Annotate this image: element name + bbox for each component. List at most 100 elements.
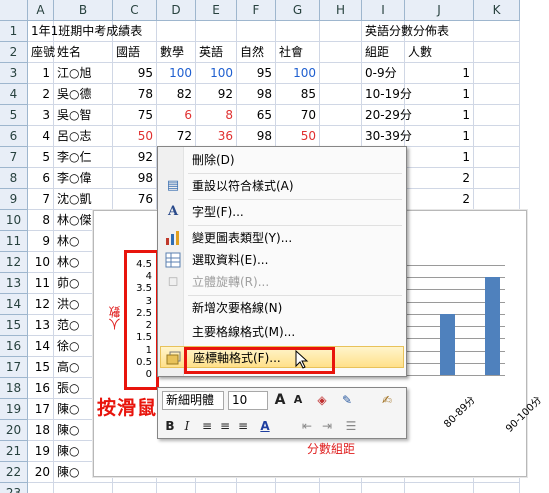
count-cell[interactable]: 2 (405, 189, 474, 210)
seat-number[interactable]: 10 (28, 252, 54, 273)
column-header[interactable]: K (474, 0, 520, 21)
format-painter-icon[interactable]: ✍ (378, 390, 396, 410)
cell[interactable] (474, 189, 520, 210)
menu-item-select-data[interactable]: 選取資料(E)... (160, 249, 404, 271)
chart-x-axis-title[interactable]: 分數組距 (307, 440, 355, 457)
menu-item-add-minor-gridlines[interactable]: 新增次要格線(N) (160, 297, 404, 319)
cell[interactable] (405, 483, 474, 493)
score-cell[interactable]: 6 (157, 105, 196, 126)
bullets-icon[interactable]: ☰ (342, 416, 360, 436)
cell[interactable] (196, 483, 237, 493)
column-label[interactable]: 國語 (113, 42, 157, 63)
seat-number[interactable]: 8 (28, 210, 54, 231)
seat-number[interactable]: 12 (28, 294, 54, 315)
column-header[interactable]: B (54, 0, 113, 21)
cell[interactable] (320, 21, 362, 42)
column-label[interactable]: 人數 (405, 42, 474, 63)
cell[interactable] (276, 483, 320, 493)
font-name-box[interactable]: 新細明體 (162, 391, 224, 410)
align-center-icon[interactable]: ≡ (198, 416, 216, 436)
range-label[interactable]: 30-39分 (362, 126, 412, 147)
font-color-icon[interactable]: A (256, 416, 274, 436)
row-header[interactable]: 8 (0, 168, 28, 189)
row-header[interactable]: 7 (0, 147, 28, 168)
score-cell[interactable]: 98 (237, 126, 276, 147)
chart-bar[interactable] (485, 277, 500, 375)
row-header[interactable]: 20 (0, 420, 28, 441)
row-header[interactable]: 10 (0, 210, 28, 231)
seat-number[interactable]: 17 (28, 399, 54, 420)
distribution-title[interactable]: 英語分數分佈表 (362, 21, 449, 42)
seat-number[interactable]: 1 (28, 63, 54, 84)
cell[interactable] (362, 483, 405, 493)
cell[interactable] (157, 21, 196, 42)
column-label[interactable]: 社會 (276, 42, 320, 63)
menu-item-reset-style[interactable]: ▤ 重設以符合樣式(A) (160, 175, 404, 197)
count-cell[interactable]: 1 (405, 147, 474, 168)
score-cell[interactable]: 95 (113, 63, 157, 84)
student-name[interactable]: 吳○智 (54, 105, 113, 126)
chart-bar[interactable] (440, 313, 455, 375)
cell[interactable] (320, 126, 362, 147)
score-cell[interactable]: 76 (113, 189, 157, 210)
score-cell[interactable]: 85 (276, 84, 320, 105)
seat-number[interactable]: 9 (28, 231, 54, 252)
shrink-font-icon[interactable]: A (289, 390, 307, 410)
menu-item-font[interactable]: A 字型(F)... (160, 201, 404, 223)
grow-font-icon[interactable]: A (271, 390, 289, 410)
column-label[interactable]: 座號 (28, 42, 55, 63)
cell[interactable] (54, 483, 113, 493)
row-header[interactable]: 14 (0, 294, 28, 315)
student-name[interactable]: 吳○德 (54, 84, 113, 105)
cell[interactable] (474, 42, 520, 63)
row-header[interactable]: 15 (0, 315, 28, 336)
score-cell[interactable]: 100 (196, 63, 237, 84)
row-header[interactable]: 13 (0, 273, 28, 294)
seat-number[interactable]: 14 (28, 336, 54, 357)
row-header[interactable]: 4 (0, 84, 28, 105)
cell[interactable] (320, 63, 362, 84)
seat-number[interactable]: 20 (28, 462, 54, 483)
score-cell[interactable]: 8 (196, 105, 237, 126)
score-cell[interactable]: 65 (237, 105, 276, 126)
student-name[interactable]: 江○旭 (54, 63, 113, 84)
cell[interactable] (474, 168, 520, 189)
range-label[interactable]: 10-19分 (362, 84, 412, 105)
seat-number[interactable]: 19 (28, 441, 54, 462)
row-header[interactable]: 12 (0, 252, 28, 273)
align-right-icon[interactable]: ≡ (234, 416, 252, 436)
column-header[interactable]: H (320, 0, 362, 21)
row-header[interactable]: 18 (0, 378, 28, 399)
cell[interactable] (474, 105, 520, 126)
menu-item-delete[interactable]: 刪除(D) (160, 149, 404, 171)
cell[interactable] (474, 147, 520, 168)
score-cell[interactable]: 72 (157, 126, 196, 147)
student-name[interactable]: 李○仁 (54, 147, 113, 168)
cell[interactable] (474, 84, 520, 105)
student-name[interactable]: 呂○志 (54, 126, 113, 147)
row-header[interactable]: 16 (0, 336, 28, 357)
seat-number[interactable]: 6 (28, 168, 54, 189)
column-label[interactable]: 英語 (196, 42, 237, 63)
column-header[interactable]: D (157, 0, 196, 21)
seat-number[interactable]: 11 (28, 273, 54, 294)
column-header[interactable]: F (237, 0, 276, 21)
seat-number[interactable]: 4 (28, 126, 54, 147)
sheet-title[interactable]: 1年1班期中考成績表 (28, 21, 142, 42)
score-cell[interactable]: 50 (276, 126, 320, 147)
row-header[interactable]: 5 (0, 105, 28, 126)
row-header[interactable]: 9 (0, 189, 28, 210)
chart-y-axis-title[interactable]: 人數 (106, 306, 123, 330)
cell[interactable] (320, 483, 362, 493)
score-cell[interactable]: 70 (276, 105, 320, 126)
cell[interactable] (320, 84, 362, 105)
outline-color-icon[interactable]: ✎ (338, 390, 356, 410)
row-header[interactable]: 22 (0, 462, 28, 483)
score-cell[interactable]: 95 (237, 63, 276, 84)
seat-number[interactable]: 15 (28, 357, 54, 378)
row-header[interactable]: 2 (0, 42, 28, 63)
score-cell[interactable]: 98 (113, 168, 157, 189)
row-header[interactable]: 19 (0, 399, 28, 420)
menu-item-change-chart-type[interactable]: 變更圖表類型(Y)... (160, 227, 404, 249)
column-header[interactable]: E (196, 0, 237, 21)
